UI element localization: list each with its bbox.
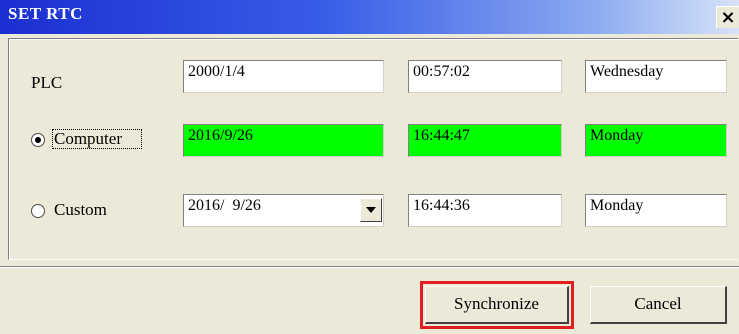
computer-time-field: 16:44:47 (408, 124, 562, 157)
plc-label: PLC (31, 73, 63, 92)
computer-date-field: 2016/9/26 (183, 124, 384, 157)
chevron-down-icon (366, 207, 376, 213)
custom-radio[interactable] (31, 204, 45, 218)
close-button[interactable]: × (716, 6, 739, 28)
plc-time-field: 00:57:02 (408, 60, 562, 93)
custom-time-field[interactable]: 16:44:36 (408, 194, 562, 227)
computer-radio[interactable] (31, 133, 45, 147)
custom-day-field[interactable]: Monday (585, 194, 727, 227)
separator (0, 266, 739, 268)
cancel-button[interactable]: Cancel (590, 286, 727, 324)
plc-date-field: 2000/1/4 (183, 60, 384, 93)
dropdown-arrow-button[interactable] (360, 198, 382, 222)
plc-day-field: Wednesday (585, 60, 727, 93)
computer-label[interactable]: Computer (54, 129, 122, 149)
radio-selected-dot (35, 137, 41, 143)
custom-date-combobox[interactable]: 2016/ 9/26 (183, 194, 384, 227)
window-title: SET RTC (8, 4, 83, 23)
computer-day-field: Monday (585, 124, 727, 157)
title-bar: SET RTC (0, 0, 739, 34)
synchronize-button[interactable]: Synchronize (425, 286, 569, 324)
custom-label[interactable]: Custom (54, 200, 107, 220)
